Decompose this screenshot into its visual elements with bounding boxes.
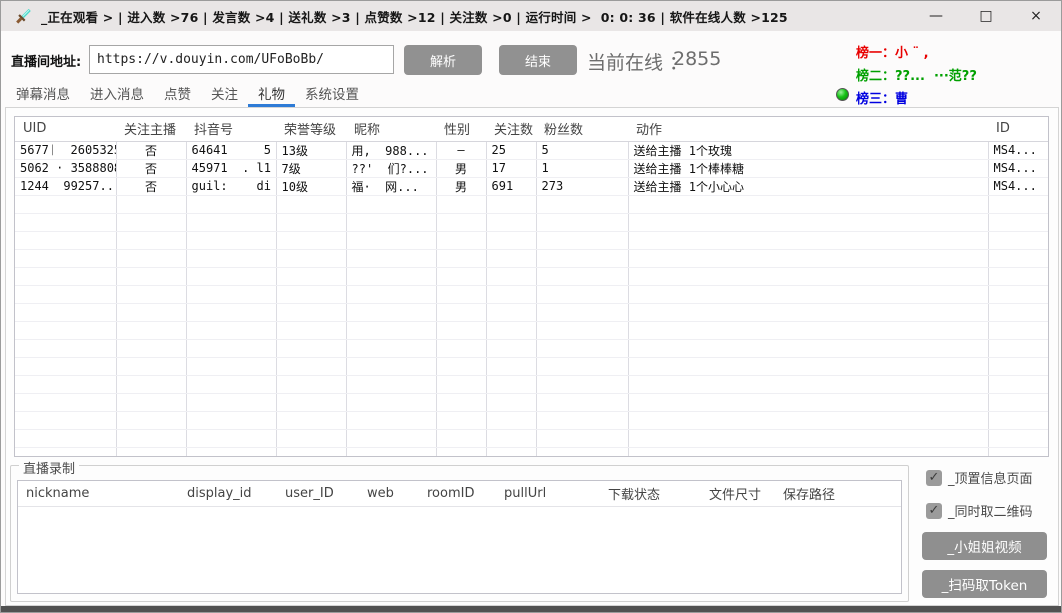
rec-col-nickname: nickname <box>18 486 179 501</box>
rank2-label: 榜二： <box>856 69 895 84</box>
checkbox-pin-info-page[interactable]: ✓ _顶置信息页面 <box>926 468 1033 487</box>
rank3-label: 榜三： <box>856 92 895 107</box>
gift-table: UID 关注主播 抖音号 荣誉等级 昵称 性别 关注数 粉丝数 动作 ID 56 <box>15 117 1048 457</box>
tab-enter[interactable]: 进入消息 <box>80 86 154 107</box>
tab-like[interactable]: 点赞 <box>154 86 201 107</box>
table-row-empty <box>15 429 1048 447</box>
scan-token-button[interactable]: _扫码取Token <box>922 570 1047 598</box>
table-row-empty <box>15 267 1048 285</box>
checkbox-qr-label: _同时取二维码 <box>948 501 1033 520</box>
room-url-label: 直播间地址: <box>11 51 81 70</box>
table-row-empty <box>15 231 1048 249</box>
recording-group-label: 直播录制 <box>19 458 79 477</box>
minimize-button[interactable]: — <box>911 1 961 31</box>
rec-col-download-status: 下载状态 <box>600 484 701 503</box>
status-ball-icon <box>836 88 849 101</box>
table-row[interactable]: 5677ᛁ 2605325否 64641 513级 用, 988...– 255… <box>15 141 1048 159</box>
table-row-empty <box>15 447 1048 457</box>
rec-col-file-size: 文件尺寸 <box>701 484 775 503</box>
rank1-value: 小 ¨ , <box>895 46 929 61</box>
gift-table-header: UID 关注主播 抖音号 荣誉等级 昵称 性别 关注数 粉丝数 动作 ID <box>15 117 1048 141</box>
recording-table-header: nickname display_id user_ID web roomID p… <box>18 481 901 507</box>
table-row[interactable]: 5062 · 3588808否 45971 . l17级 ??' 们?...男 … <box>15 159 1048 177</box>
close-button[interactable]: × <box>1011 1 1061 31</box>
gift-table-container: UID 关注主播 抖音号 荣誉等级 昵称 性别 关注数 粉丝数 动作 ID 56 <box>14 116 1049 457</box>
tab-gift[interactable]: 礼物 <box>248 86 295 107</box>
table-row-empty <box>15 339 1048 357</box>
end-button[interactable]: 结束 <box>499 45 577 75</box>
window-title: _正在观看 > | 进入数 >76 | 发言数 >4 | 送礼数 >3 | 点赞… <box>41 7 788 26</box>
table-row-empty <box>15 393 1048 411</box>
rec-col-user-id: user_ID <box>277 486 359 501</box>
col-gender: 性别 <box>436 117 486 141</box>
maximize-button[interactable]: □ <box>961 1 1011 31</box>
checkbox-pin-info-label: _顶置信息页面 <box>948 468 1033 487</box>
col-fans: 粉丝数 <box>536 117 628 141</box>
online-count-value: 2855 <box>673 48 721 70</box>
rec-col-display-id: display_id <box>179 486 277 501</box>
rank1-label: 榜一： <box>856 46 895 61</box>
checkbox-qr-code[interactable]: ✓ _同时取二维码 <box>926 501 1033 520</box>
tab-bar: 弹幕消息 进入消息 点赞 关注 礼物 系统设置 <box>6 86 369 107</box>
table-row-empty <box>15 195 1048 213</box>
table-row-empty <box>15 357 1048 375</box>
parse-button[interactable]: 解析 <box>404 45 482 75</box>
col-uid: UID <box>15 117 116 141</box>
table-row-empty <box>15 411 1048 429</box>
rec-col-room-id: roomID <box>419 486 496 501</box>
recording-table: nickname display_id user_ID web roomID p… <box>17 480 902 594</box>
tab-follow[interactable]: 关注 <box>201 86 248 107</box>
table-row-empty <box>15 285 1048 303</box>
girl-video-button[interactable]: _小姐姐视频 <box>922 532 1047 560</box>
titlebar: _正在观看 > | 进入数 >76 | 发言数 >4 | 送礼数 >3 | 点赞… <box>1 1 1061 31</box>
window-controls: — □ × <box>911 1 1061 31</box>
leaderboard-rank3: 榜三：曹 <box>856 88 908 107</box>
maximize-icon: □ <box>979 8 992 24</box>
rec-col-pull-url: pullUrl <box>496 486 600 501</box>
col-follow-anchor: 关注主播 <box>116 117 186 141</box>
tab-settings[interactable]: 系统设置 <box>295 86 369 107</box>
col-honor-level: 荣誉等级 <box>276 117 346 141</box>
table-row-empty <box>15 213 1048 231</box>
checkbox-checked-icon: ✓ <box>926 503 942 519</box>
col-action: 动作 <box>628 117 988 141</box>
close-icon: × <box>1030 8 1042 24</box>
checkbox-checked-icon: ✓ <box>926 470 942 486</box>
rank3-value: 曹 <box>895 92 908 107</box>
leaderboard-rank1: 榜一：小 ¨ , <box>856 42 929 61</box>
rank2-value: ??... ···范?? <box>895 69 977 84</box>
col-following: 关注数 <box>486 117 536 141</box>
gift-table-body: 5677ᛁ 2605325否 64641 513级 用, 988...– 255… <box>15 141 1048 457</box>
recording-groupbox: 直播录制 nickname display_id user_ID web roo… <box>10 465 909 602</box>
leaderboard-rank2: 榜二：??... ···范?? <box>856 65 977 84</box>
col-douyin-id: 抖音号 <box>186 117 276 141</box>
table-row-empty <box>15 249 1048 267</box>
rec-col-save-path: 保存路径 <box>775 484 895 503</box>
minimize-icon: — <box>929 8 943 24</box>
col-id: ID <box>988 117 1048 141</box>
bottom-border-strip <box>1 606 1061 612</box>
col-nickname: 昵称 <box>346 117 436 141</box>
table-row-empty <box>15 375 1048 393</box>
table-row-empty <box>15 303 1048 321</box>
sword-icon <box>13 6 33 26</box>
gift-tab-page: UID 关注主播 抖音号 荣誉等级 昵称 性别 关注数 粉丝数 动作 ID 56 <box>5 107 1059 606</box>
tab-danmu[interactable]: 弹幕消息 <box>6 86 80 107</box>
rec-col-web: web <box>359 486 419 501</box>
app-window: _正在观看 > | 进入数 >76 | 发言数 >4 | 送礼数 >3 | 点赞… <box>0 0 1062 613</box>
room-url-input[interactable] <box>89 45 394 74</box>
table-row-empty <box>15 321 1048 339</box>
table-row[interactable]: 1244 99257...否 guil: di10级 福· 网...男 6912… <box>15 177 1048 195</box>
